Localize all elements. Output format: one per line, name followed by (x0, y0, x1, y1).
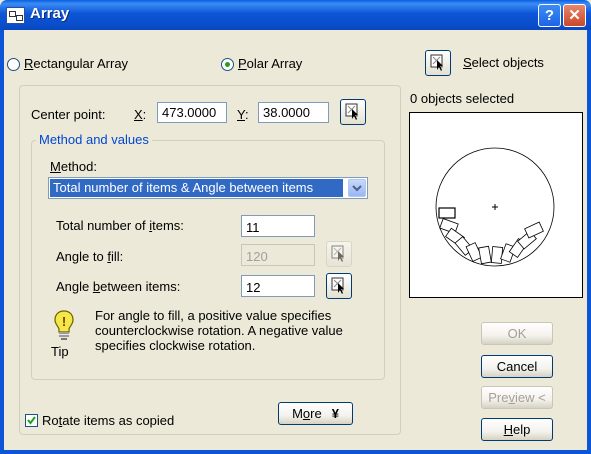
method-dropdown[interactable]: Total number of items & Angle between it… (48, 177, 368, 199)
mnemonic: P (238, 56, 247, 71)
mnemonic: X (134, 107, 143, 122)
mnemonic: Y (237, 107, 245, 122)
angle-between-input[interactable]: 12 (241, 275, 315, 297)
label-text: olar Array (246, 56, 303, 71)
rotate-items-checkbox[interactable] (25, 414, 38, 427)
double-chevron-down-icon: ¥ (331, 406, 339, 421)
label-text: Pre (488, 390, 509, 405)
angle-to-fill-input: 120 (241, 244, 315, 266)
mnemonic: S (463, 55, 472, 70)
chevron-down-icon (352, 185, 362, 192)
objects-selected-status: 0 objects selected (410, 91, 515, 106)
pick-angle-between-button[interactable] (326, 273, 352, 299)
polar-array-radio[interactable] (221, 58, 234, 71)
pick-point-icon (331, 245, 344, 262)
window-title: Array (30, 5, 70, 22)
label-text: tems: (152, 218, 184, 233)
lightbulb-icon: ! (54, 310, 74, 340)
center-y-label: Y: (237, 107, 249, 122)
label-text: Total number of (56, 218, 150, 233)
tip-line: For angle to fill, a positive value spec… (95, 308, 332, 323)
title-bar (0, 0, 591, 30)
cancel-button[interactable]: Cancel (481, 355, 553, 378)
pick-point-icon (345, 103, 358, 120)
help-button[interactable]: Help (481, 418, 553, 441)
rectangular-array-label[interactable]: Rectangular Array (24, 56, 128, 71)
tip-label: Tip (51, 344, 69, 359)
label-text: ectangular Array (33, 56, 129, 71)
polar-array-preview-drawing (435, 147, 555, 267)
angle-between-label: Angle between items: (56, 279, 180, 294)
label-text: iew < (515, 390, 546, 405)
center-y-input[interactable]: 38.0000 (258, 102, 329, 123)
checkmark-icon (27, 416, 36, 425)
label-text: etween items: (100, 279, 181, 294)
pick-point-icon (430, 54, 443, 71)
label-text: Angle to (56, 249, 108, 264)
dropdown-arrow-button[interactable] (348, 179, 366, 197)
tip-line: specifies clockwise rotation. (95, 338, 256, 353)
method-values-legend: Method and values (36, 132, 152, 147)
select-objects-label[interactable]: Select objects (463, 55, 544, 70)
label-text: : (244, 107, 249, 122)
array-app-icon (6, 7, 25, 24)
ok-button: OK (481, 322, 553, 345)
mnemonic: M (50, 159, 61, 174)
pick-center-point-button[interactable] (340, 99, 366, 125)
svg-text:!: ! (62, 314, 66, 329)
pick-point-icon (331, 277, 344, 294)
pick-angle-to-fill-button (326, 241, 352, 267)
close-button[interactable]: ✕ (563, 4, 586, 27)
method-selected-value: Total number of items & Angle between it… (50, 179, 343, 197)
preview-button: Preview < (481, 386, 553, 409)
rotate-items-label[interactable]: Rotate items as copied (42, 413, 174, 428)
window-frame-bottom (0, 450, 591, 454)
tip-line: counterclockwise rotation. A negative va… (95, 323, 343, 338)
window-frame-right (587, 30, 591, 454)
mnemonic: R (24, 56, 34, 71)
more-button[interactable]: More ¥ (278, 402, 353, 425)
mnemonic: H (503, 422, 514, 437)
help-title-button[interactable]: ? (538, 4, 561, 27)
label-text: : (142, 107, 147, 122)
total-items-input[interactable]: 11 (241, 215, 315, 237)
label-text: M (292, 406, 303, 421)
center-x-label: X: (134, 107, 146, 122)
polar-array-label[interactable]: Polar Array (238, 56, 302, 71)
label-text: re (310, 406, 322, 421)
label-text: elect objects (471, 55, 544, 70)
array-preview (409, 112, 583, 298)
select-objects-button[interactable] (425, 50, 451, 76)
angle-to-fill-label: Angle to fill: (56, 249, 123, 264)
method-label: Method: (50, 159, 97, 174)
window-frame-left (0, 30, 4, 454)
label-text: Ro (42, 413, 59, 428)
label-text: Angle (56, 279, 93, 294)
tip-text: For angle to fill, a positive value spec… (95, 308, 343, 353)
label-text: ethod: (60, 159, 97, 174)
label-text: ill: (110, 249, 124, 264)
rectangular-array-radio[interactable] (7, 58, 20, 71)
center-x-input[interactable]: 473.0000 (157, 102, 227, 123)
total-items-label: Total number of items: (56, 218, 184, 233)
label-text: elp (513, 422, 531, 437)
label-text: ate items as copied (62, 413, 175, 428)
center-point-label: Center point: (31, 107, 106, 122)
